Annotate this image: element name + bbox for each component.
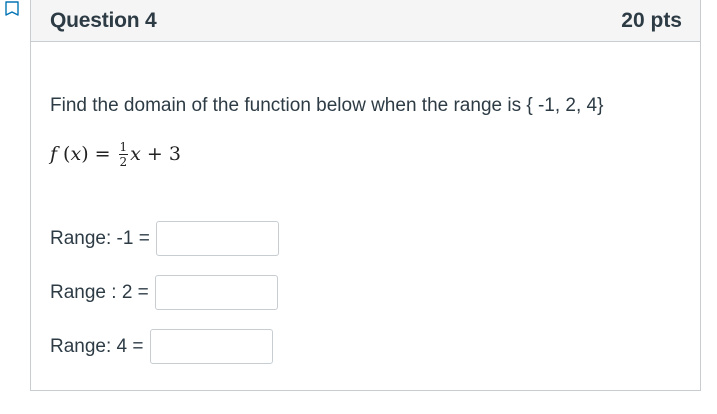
question-header: Question 4 20 pts (31, 0, 700, 42)
equation-fraction: 1 2 (118, 139, 129, 169)
quiz-page: Question 4 20 pts Find the domain of the… (0, 0, 717, 414)
question-title: Question 4 (50, 8, 157, 32)
range-answer-input[interactable] (154, 275, 278, 310)
range-row-1: Range: -1 = (50, 221, 279, 256)
function-name: f (50, 143, 58, 165)
range-answer-input[interactable] (155, 221, 279, 256)
range-label: Range: -1 = (50, 227, 150, 249)
range-row-2: Range : 2 = (50, 275, 278, 310)
term-variable: x (130, 143, 141, 165)
fraction-denominator: 2 (119, 154, 128, 169)
fraction-numerator: 1 (118, 139, 129, 155)
flag-question-icon[interactable] (4, 1, 20, 17)
function-equation: f ( x ) = 1 2 x + 3 (50, 137, 181, 171)
function-variable: x (70, 143, 82, 165)
range-row-3: Range: 4 = (50, 329, 273, 364)
question-points: 20 pts (621, 8, 682, 32)
range-label: Range : 2 = (50, 281, 149, 303)
equation-constant: 3 (168, 143, 181, 165)
equation-equals: = (94, 143, 111, 165)
equation-close-paren: ) (81, 143, 89, 165)
range-answer-input[interactable] (149, 329, 273, 364)
equation-plus: + (146, 143, 163, 165)
equation-open-paren: ( (63, 143, 71, 165)
question-prompt: Find the domain of the function below wh… (50, 95, 604, 116)
range-label: Range: 4 = (50, 335, 144, 357)
question-card: Question 4 20 pts Find the domain of the… (30, 0, 701, 391)
